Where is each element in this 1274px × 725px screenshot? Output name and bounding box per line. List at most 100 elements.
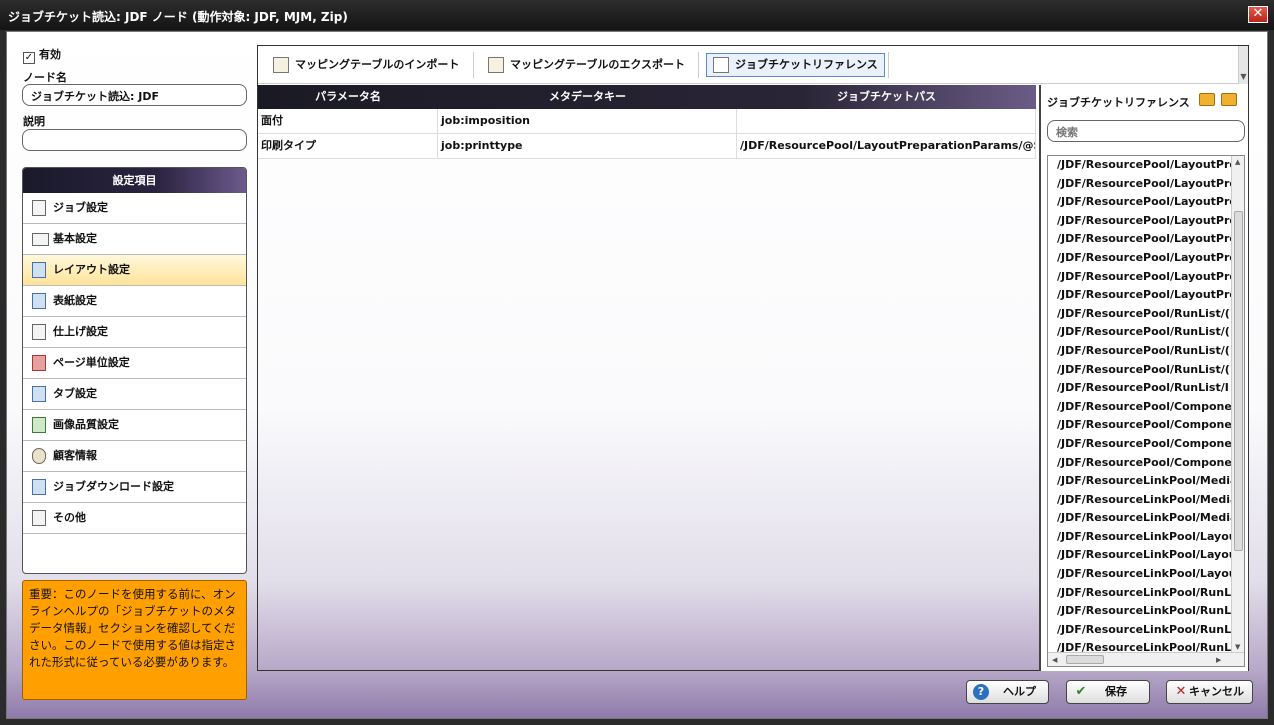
reference-list-item[interactable]: /JDF/ResourceLinkPool/Media: [1048, 509, 1231, 528]
settings-item-label: その他: [53, 511, 86, 524]
vertical-scrollbar[interactable]: ▲ ▼: [1231, 156, 1244, 653]
reference-list-item[interactable]: /JDF/ResourceLinkPool/RunLi: [1048, 621, 1231, 640]
reference-list-item[interactable]: /JDF/ResourceLinkPool/RunLi: [1048, 584, 1231, 603]
toolbar-separator: [473, 52, 474, 78]
table-cell[interactable]: [737, 109, 1036, 133]
close-button[interactable]: ✕: [1248, 6, 1268, 23]
column-header-metadata-key[interactable]: メタデータキー: [438, 85, 737, 109]
reference-list-item[interactable]: /JDF/ResourcePool/RunList/(: [1048, 342, 1231, 361]
settings-panel: 設定項目 ジョブ設定 基本設定 レイアウト設定 表紙設定 仕上げ設定 ページ単位…: [22, 167, 247, 574]
vertical-scroll-thumb[interactable]: [1234, 211, 1243, 551]
enabled-checkbox[interactable]: ✓: [23, 52, 35, 64]
reference-list-item[interactable]: /JDF/ResourcePool/LayoutPre: [1048, 286, 1231, 305]
reference-list-item[interactable]: /JDF/ResourcePool/LayoutPre: [1048, 212, 1231, 231]
list-icon: [32, 233, 49, 246]
scroll-left-icon[interactable]: ◀: [1052, 656, 1057, 664]
column-header-parameter[interactable]: パラメータ名: [258, 85, 438, 109]
settings-item-basic[interactable]: 基本設定: [23, 224, 246, 255]
settings-item-cover[interactable]: 表紙設定: [23, 286, 246, 317]
reference-list: /JDF/ResourcePool/LayoutPre/JDF/Resource…: [1047, 155, 1245, 667]
reference-list-item[interactable]: /JDF/ResourcePool/LayoutPre: [1048, 175, 1231, 194]
column-header-ticket-path[interactable]: ジョブチケットパス: [737, 85, 1036, 109]
settings-item-tab[interactable]: タブ設定: [23, 379, 246, 410]
download-icon: [32, 479, 46, 495]
settings-item-other[interactable]: その他: [23, 503, 246, 534]
reference-list-item[interactable]: /JDF/ResourcePool/LayoutPre: [1048, 268, 1231, 287]
settings-item-label: ページ単位設定: [53, 356, 130, 369]
settings-item-label: 画像品質設定: [53, 418, 119, 431]
table-cell[interactable]: /JDF/ResourcePool/LayoutPreparationParam…: [737, 134, 1036, 158]
other-icon: [32, 510, 46, 526]
scroll-down-icon[interactable]: ▼: [1235, 643, 1240, 651]
table-cell[interactable]: 面付: [258, 109, 438, 133]
table-cell[interactable]: job:printtype: [438, 134, 737, 158]
settings-item-image-quality[interactable]: 画像品質設定: [23, 410, 246, 441]
delete-folder-icon[interactable]: [1221, 93, 1237, 106]
settings-item-job[interactable]: ジョブ設定: [23, 193, 246, 224]
toolbar-separator: [888, 52, 889, 78]
reference-list-item[interactable]: /JDF/ResourceLinkPool/Layou: [1048, 546, 1231, 565]
scroll-right-icon[interactable]: ▶: [1216, 656, 1221, 664]
table-header: パラメータ名 メタデータキー ジョブチケットパス: [258, 85, 1036, 109]
reference-list-item[interactable]: /JDF/ResourcePool/Compone: [1048, 416, 1231, 435]
export-mapping-label: マッピングテーブルのエクスポート: [510, 58, 686, 71]
export-mapping-button[interactable]: マッピングテーブルのエクスポート: [481, 53, 692, 77]
cancel-button[interactable]: ✕ キャンセル: [1166, 680, 1253, 704]
help-button[interactable]: ? ヘルプ: [966, 680, 1049, 704]
reference-list-item[interactable]: /JDF/ResourceLinkPool/Layou: [1048, 565, 1231, 584]
import-mapping-button[interactable]: マッピングテーブルのインポート: [266, 53, 466, 77]
reference-list-item[interactable]: /JDF/ResourceLinkPool/Layou: [1048, 528, 1231, 547]
reference-list-item[interactable]: /JDF/ResourcePool/RunList/(: [1048, 361, 1231, 380]
reference-list-item[interactable]: /JDF/ResourcePool/Compone: [1048, 454, 1231, 473]
reference-list-item[interactable]: /JDF/ResourcePool/Compone: [1048, 398, 1231, 417]
reference-list-item[interactable]: /JDF/ResourceLinkPool/RunLi: [1048, 602, 1231, 621]
import-mapping-label: マッピングテーブルのインポート: [295, 58, 460, 71]
table-cell[interactable]: job:imposition: [438, 109, 737, 133]
settings-item-finishing[interactable]: 仕上げ設定: [23, 317, 246, 348]
cancel-icon: ✕: [1175, 684, 1187, 699]
save-button[interactable]: ✔ 保存: [1066, 680, 1150, 704]
title-bar: ジョブチケット読込: JDF ノード (動作対象: JDF, MJM, Zip)…: [0, 0, 1274, 30]
reference-list-item[interactable]: /JDF/ResourcePool/LayoutPre: [1048, 230, 1231, 249]
horizontal-scroll-thumb[interactable]: [1066, 655, 1104, 664]
settings-item-customer[interactable]: 顧客情報: [23, 441, 246, 472]
job-ticket-reference-button[interactable]: ジョブチケットリファレンス: [706, 53, 885, 77]
settings-item-layout[interactable]: レイアウト設定: [23, 255, 246, 286]
settings-item-label: ジョブ設定: [53, 201, 108, 214]
reference-list-item[interactable]: /JDF/ResourcePool/RunList/I: [1048, 379, 1231, 398]
enabled-checkbox-row[interactable]: ✓ 有効: [23, 46, 61, 64]
open-folder-icon[interactable]: [1199, 93, 1215, 106]
horizontal-scrollbar[interactable]: ◀ ▶: [1048, 652, 1244, 666]
reference-list-item[interactable]: /JDF/ResourcePool/LayoutPre: [1048, 193, 1231, 212]
table-row[interactable]: 印刷タイプ job:printtype /JDF/ResourcePool/La…: [258, 134, 1036, 159]
reference-list-item[interactable]: /JDF/ResourceLinkPool/Media: [1048, 472, 1231, 491]
table-cell[interactable]: 印刷タイプ: [258, 134, 438, 158]
settings-item-pages[interactable]: ページ単位設定: [23, 348, 246, 379]
reference-list-item[interactable]: /JDF/ResourceLinkPool/Media: [1048, 491, 1231, 510]
reference-search-input[interactable]: 検索: [1047, 120, 1245, 142]
reference-list-item[interactable]: /JDF/ResourcePool/LayoutPre: [1048, 156, 1231, 175]
settings-item-label: 表紙設定: [53, 294, 97, 307]
window-title: ジョブチケット読込: JDF ノード (動作対象: JDF, MJM, Zip): [8, 10, 348, 24]
settings-item-label: 顧客情報: [53, 449, 97, 462]
reference-list-item[interactable]: /JDF/ResourcePool/RunList/(: [1048, 323, 1231, 342]
customer-icon: [32, 448, 46, 464]
cover-icon: [32, 293, 46, 309]
settings-item-label: タブ設定: [53, 387, 97, 400]
settings-item-download[interactable]: ジョブダウンロード設定: [23, 472, 246, 503]
reference-panel-icon: [713, 57, 729, 73]
save-label: 保存: [1105, 685, 1127, 698]
main-panel: マッピングテーブルのインポート マッピングテーブルのエクスポート ジョブチケット…: [257, 45, 1249, 671]
reference-list-item[interactable]: /JDF/ResourcePool/RunList/(: [1048, 305, 1231, 324]
table-row[interactable]: 面付 job:imposition: [258, 109, 1036, 134]
dialog-content: ✓ 有効 ノード名 ジョブチケット読込: JDF 説明 設定項目 ジョブ設定 基本…: [6, 31, 1268, 719]
mapping-table: パラメータ名 メタデータキー ジョブチケットパス 面付 job:impositi…: [258, 85, 1036, 159]
checkmark-icon: ✔: [1075, 684, 1087, 699]
reference-list-item[interactable]: /JDF/ResourcePool/LayoutPre: [1048, 249, 1231, 268]
description-input[interactable]: [22, 129, 247, 151]
node-name-input[interactable]: ジョブチケット読込: JDF: [22, 84, 247, 106]
scroll-up-icon[interactable]: ▲: [1235, 158, 1240, 166]
toolbar-scroll-down-icon[interactable]: ▼: [1238, 46, 1248, 84]
layout-icon: [32, 262, 46, 278]
reference-list-item[interactable]: /JDF/ResourcePool/Compone: [1048, 435, 1231, 454]
